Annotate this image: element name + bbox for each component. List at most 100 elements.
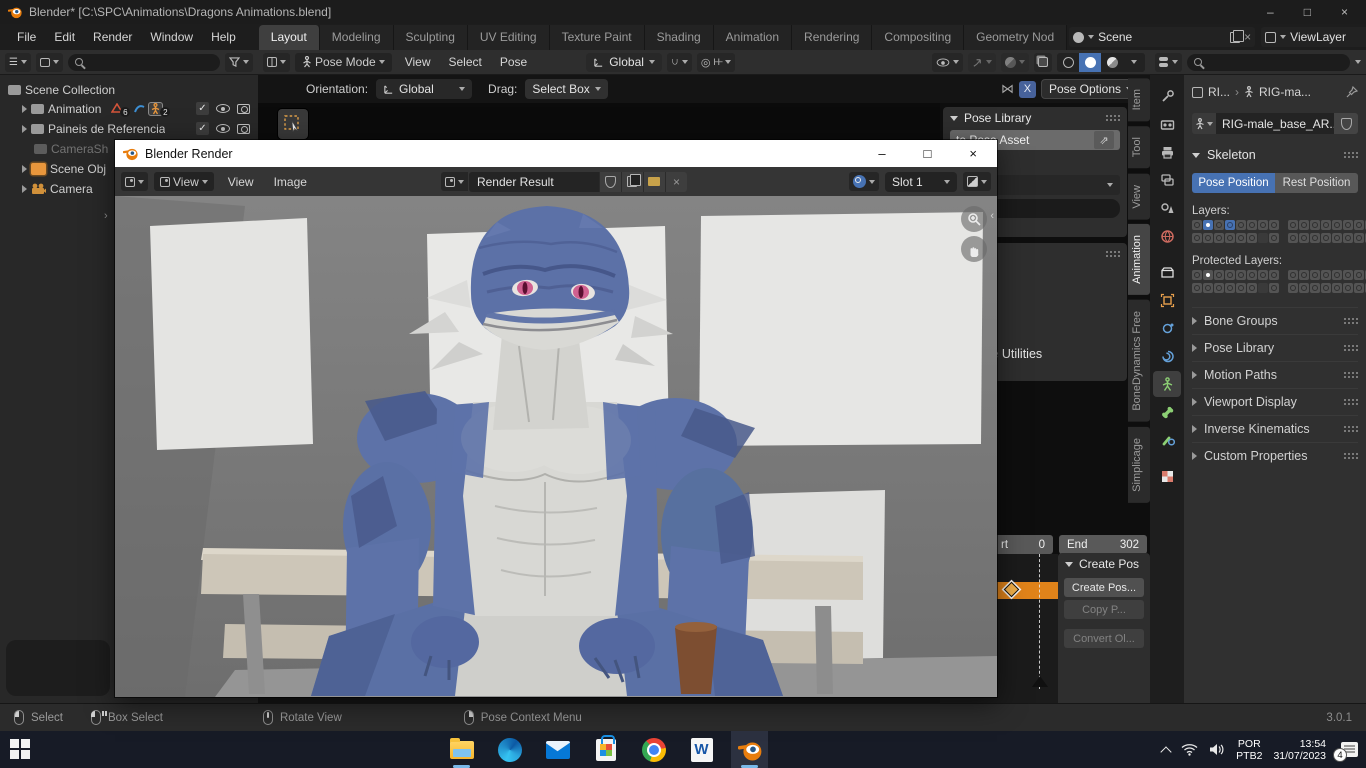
gizmos-button[interactable]: [968, 53, 996, 72]
collapsed-section-header[interactable]: Pose Library: [1192, 334, 1358, 361]
layer-toggle[interactable]: [1343, 283, 1353, 293]
layer-toggle[interactable]: [1354, 270, 1364, 280]
menu-item[interactable]: Render: [84, 27, 141, 47]
duplicate-image-button[interactable]: [621, 172, 643, 192]
menu-item[interactable]: File: [8, 27, 45, 47]
window-control-button[interactable]: –: [878, 146, 885, 161]
playhead-marker[interactable]: [1032, 676, 1048, 687]
hide-eye-icon[interactable]: [216, 124, 230, 133]
workspace-tab[interactable]: Animation: [714, 25, 792, 50]
layer-toggle[interactable]: [1343, 233, 1353, 243]
layer-toggle[interactable]: [1269, 270, 1279, 280]
panel-toggle-arrow-icon[interactable]: ›: [104, 210, 108, 222]
layer-toggle[interactable]: [1310, 270, 1320, 280]
overlays-button[interactable]: [1001, 53, 1029, 72]
outliner-search-input[interactable]: [68, 54, 220, 71]
render-pass-button[interactable]: [963, 172, 991, 191]
expand-arrow-icon[interactable]: [22, 125, 27, 133]
layer-toggle[interactable]: [1192, 233, 1202, 243]
object-visibility-button[interactable]: [932, 53, 963, 72]
workspace-tab[interactable]: Sculpting: [394, 25, 468, 50]
panel-grip-icon[interactable]: [1343, 317, 1358, 325]
tab-physics[interactable]: [1153, 315, 1181, 341]
editor-type-button[interactable]: [1155, 53, 1182, 72]
orientation-dropdown[interactable]: Global: [376, 79, 472, 99]
file-explorer-icon[interactable]: [448, 736, 475, 763]
layer-toggle[interactable]: [1288, 220, 1298, 230]
layer-toggle[interactable]: [1225, 220, 1235, 230]
xray-toggle[interactable]: [1034, 53, 1052, 72]
expand-arrow-icon[interactable]: [22, 105, 27, 113]
tab-output[interactable]: [1153, 139, 1181, 165]
rendered-shading-dropdown[interactable]: [1123, 53, 1145, 72]
layer-toggle[interactable]: [1192, 270, 1202, 280]
layer-toggle[interactable]: [1203, 220, 1213, 230]
breadcrumb-scene[interactable]: RI...: [1208, 85, 1230, 99]
display-mode-button[interactable]: [36, 53, 63, 72]
hide-eye-icon[interactable]: [216, 104, 230, 113]
sidebar-tab[interactable]: Item: [1128, 78, 1150, 121]
workspace-tab[interactable]: Modeling: [320, 25, 394, 50]
tab-tool[interactable]: [1153, 83, 1181, 109]
workspace-tab[interactable]: Layout: [259, 25, 320, 50]
tab-object-data[interactable]: [1153, 371, 1181, 397]
layer-toggle[interactable]: [1310, 283, 1320, 293]
layer-toggle[interactable]: [1321, 270, 1331, 280]
editor-type-button[interactable]: ☰: [5, 53, 31, 72]
layer-toggle[interactable]: [1225, 270, 1235, 280]
view-mode-dropdown[interactable]: View: [154, 172, 214, 191]
layer-toggle[interactable]: [1310, 220, 1320, 230]
material-shading-button[interactable]: [1101, 53, 1123, 72]
workspace-tab[interactable]: Compositing: [872, 25, 964, 50]
window-control-button[interactable]: ×: [969, 146, 977, 161]
slot-dropdown[interactable]: Slot 1: [885, 172, 957, 192]
unlink-image-button[interactable]: ×: [665, 172, 687, 192]
proportional-edit-button[interactable]: ◎ ⱵⱵ: [697, 53, 735, 72]
layer-toggle[interactable]: [1225, 233, 1235, 243]
layer-toggle[interactable]: [1247, 283, 1257, 293]
tab-world[interactable]: [1153, 223, 1181, 249]
layer-toggle[interactable]: [1321, 283, 1331, 293]
word-icon[interactable]: W: [688, 736, 715, 763]
region-toggle-arrow-icon[interactable]: ‹: [990, 210, 994, 222]
tab-collection[interactable]: [1153, 259, 1181, 285]
mail-icon[interactable]: [544, 736, 571, 763]
layer-toggle[interactable]: [1288, 233, 1298, 243]
layer-toggle[interactable]: [1214, 283, 1224, 293]
layer-toggle[interactable]: [1214, 220, 1224, 230]
layer-toggle[interactable]: [1299, 283, 1309, 293]
outliner-row-animation[interactable]: Animation 6 2 ✓: [0, 99, 258, 118]
layer-toggle[interactable]: [1236, 220, 1246, 230]
render-window-titlebar[interactable]: Blender Render –□×: [115, 140, 997, 167]
workspace-tab[interactable]: UV Editing: [468, 25, 550, 50]
wireframe-shading-button[interactable]: [1057, 53, 1079, 72]
wifi-icon[interactable]: [1181, 743, 1198, 756]
select-box-tool-button[interactable]: [278, 109, 308, 139]
layer-toggle[interactable]: [1203, 283, 1213, 293]
create-pose-button[interactable]: Copy P...: [1064, 600, 1144, 619]
filter-chevron-icon[interactable]: [1355, 60, 1361, 64]
layer-toggle[interactable]: [1247, 220, 1257, 230]
workspace-tab[interactable]: Geometry Nod: [964, 25, 1067, 50]
collapsed-section-header[interactable]: Bone Groups: [1192, 307, 1358, 334]
layer-toggle[interactable]: [1299, 220, 1309, 230]
layer-toggle[interactable]: [1332, 220, 1342, 230]
viewport-menu-item[interactable]: View: [397, 52, 439, 72]
pose-position-button[interactable]: Pose Position: [1192, 173, 1275, 193]
sidebar-tab[interactable]: Tool: [1128, 126, 1150, 168]
layer-toggle[interactable]: [1343, 270, 1353, 280]
rest-position-button[interactable]: Rest Position: [1275, 173, 1358, 193]
render-visibility-icon[interactable]: [237, 124, 250, 134]
layer-toggle[interactable]: [1236, 233, 1246, 243]
layer-toggle[interactable]: [1203, 233, 1213, 243]
outliner-row-camerash[interactable]: CameraSh: [0, 139, 115, 158]
scene-selector[interactable]: Scene ×: [1069, 27, 1255, 47]
volume-icon[interactable]: [1209, 743, 1225, 756]
clock[interactable]: 13:54 31/07/2023: [1273, 738, 1326, 762]
window-control-button[interactable]: □: [1304, 5, 1311, 19]
render-menu-item[interactable]: Image: [266, 172, 315, 192]
editor-type-button[interactable]: [263, 53, 290, 72]
snapping-button[interactable]: ∩: [667, 53, 692, 72]
layer-toggle[interactable]: [1269, 283, 1279, 293]
zoom-gizmo[interactable]: [961, 206, 987, 232]
